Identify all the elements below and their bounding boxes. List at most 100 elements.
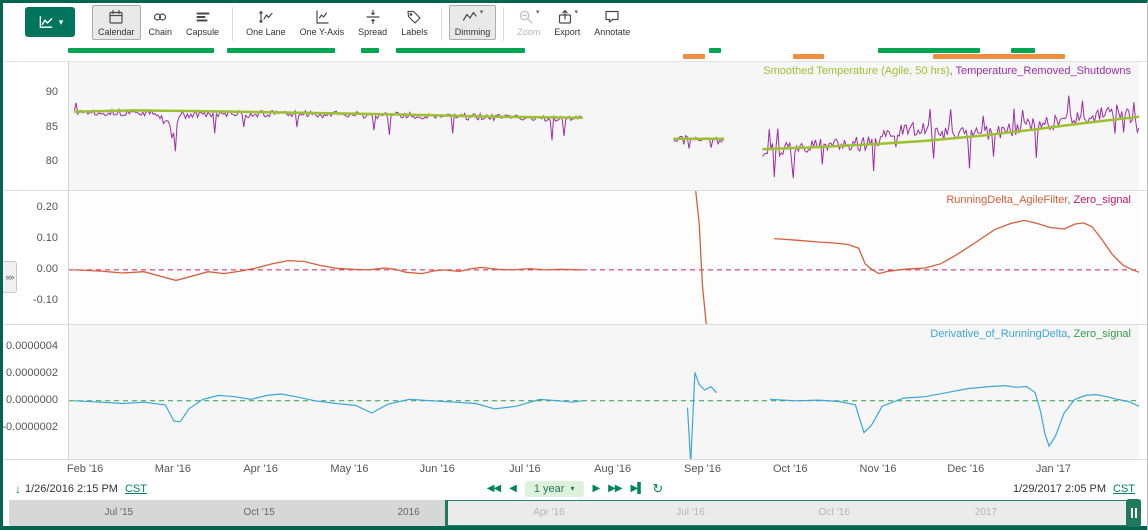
derivative-lane: 0.00000040.00000020.0000000-0.0000002 De… (3, 325, 1147, 460)
worksheet-view-dropdown[interactable]: ▾ (25, 7, 75, 37)
time-scrollbar-track[interactable]: Jul '15Oct '152016Apr '16Jul '16Oct '162… (9, 500, 1141, 526)
x-axis-month-label: Jul '16 (509, 463, 540, 475)
jump-back-button[interactable]: ◀◀ (487, 483, 500, 494)
duration-label: 1 year (534, 483, 565, 495)
series-RunningDelta_AgileFilter[interactable] (695, 191, 707, 324)
capsule-bar[interactable] (396, 48, 524, 53)
capsule-bar[interactable] (68, 48, 214, 53)
display-range-start[interactable]: ↓ 1/26/2016 2:15 PM CST (15, 482, 147, 496)
x-axis-month-label: Feb '16 (67, 463, 103, 475)
chevron-down-icon: ▾ (480, 9, 484, 17)
series-Temperature_Removed_Shutdowns[interactable] (762, 96, 1139, 179)
toolbar-one-lane-button[interactable]: One Lane (240, 5, 292, 40)
running-delta-lane-plot[interactable]: RunningDelta_AgileFilter, Zero_signal (68, 191, 1139, 324)
toolbar-button-label: Labels (401, 27, 428, 37)
toolbar-zoom-button[interactable]: ▾ Zoom (511, 5, 546, 40)
toolbar-button-label: One Lane (246, 27, 286, 37)
capsule-bar[interactable] (1011, 48, 1036, 53)
capsule-icon (195, 9, 211, 28)
x-axis-month-label: Mar '16 (155, 463, 191, 475)
series-RunningDelta_AgileFilter[interactable] (74, 261, 582, 281)
y-axis-tick-label: 0.0000002 (6, 367, 58, 379)
toolbar-labels-button[interactable]: Labels (395, 5, 434, 40)
x-axis[interactable]: Feb '16Mar '16Apr '16May '16Jun '16Jul '… (3, 460, 1147, 478)
toolbar-export-button[interactable]: ▾ Export (548, 5, 586, 40)
capsule-timebar (3, 45, 1147, 61)
toolbar-calendar-button[interactable]: Calendar (92, 5, 141, 40)
x-axis-month-label: Dec '16 (947, 463, 984, 475)
series-Derivative_of_RunningDelta[interactable] (74, 394, 582, 422)
series-Derivative_of_RunningDelta[interactable] (770, 386, 1139, 447)
step-forward-button[interactable]: ▶ (592, 483, 599, 494)
series-RunningDelta_AgileFilter[interactable] (774, 220, 1139, 273)
capsule-bar[interactable] (683, 54, 704, 59)
step-back-button[interactable]: ◀ (509, 483, 516, 494)
y-axis-tick-label: 0.0000000 (6, 394, 58, 406)
x-axis-month-label: Sep '16 (684, 463, 721, 475)
collapse-panel-handle[interactable]: «» (3, 261, 17, 293)
toolbar-button-label: Zoom (517, 27, 540, 37)
capsule-bar[interactable] (878, 48, 980, 53)
time-range-footer: ↓ 1/26/2016 2:15 PM CST ◀◀◀ 1 year ▾ ▶▶▶… (3, 478, 1147, 499)
export-icon (557, 9, 573, 28)
go-to-end-button[interactable]: ▶▌ (631, 483, 644, 494)
range-end-date[interactable]: 1/29/2017 2:05 PM (1013, 483, 1106, 495)
y-axis-tick-label: 0.20 (37, 201, 58, 213)
chevron-down-icon: ▾ (536, 9, 540, 17)
toolbar-capsule-button[interactable]: Capsule (180, 5, 225, 40)
chain-icon (152, 9, 168, 28)
y-axis-derivative[interactable]: 0.00000040.00000020.0000000-0.0000002 (3, 325, 68, 459)
series-Derivative_of_RunningDelta[interactable] (688, 372, 717, 459)
x-axis-month-label: Apr '16 (243, 463, 278, 475)
x-axis-month-label: May '16 (330, 463, 368, 475)
x-axis-month-label: Jan '17 (1036, 463, 1071, 475)
annotate-bubble-icon (604, 9, 620, 28)
toolbar-button-label: Capsule (186, 27, 219, 37)
toolbar-annotate-button[interactable]: Annotate (588, 5, 636, 40)
auto-update-button[interactable]: ↻ (652, 481, 663, 497)
scrollbar-date-label: Jul '15 (105, 507, 134, 518)
range-start-date[interactable]: 1/26/2016 2:15 PM (25, 483, 118, 495)
time-scrollbar-selection[interactable] (445, 500, 1134, 526)
toolbar-one-y-axis-button[interactable]: One Y-Axis (294, 5, 351, 40)
temperature-lane-plot[interactable]: Smoothed Temperature (Agile, 50 hrs), Te… (68, 62, 1139, 190)
range-end-timezone[interactable]: CST (1113, 483, 1135, 495)
y-axis-tick-label: -0.10 (33, 294, 58, 306)
legend-item[interactable]: Zero_signal (1074, 328, 1131, 340)
y-axis-running-delta[interactable]: 0.20 0.10 0.00 -0.10 (3, 191, 68, 324)
legend-item[interactable]: Zero_signal (1074, 194, 1131, 206)
duration-selector[interactable]: 1 year ▾ (525, 481, 584, 497)
toolbar-separator (441, 7, 442, 41)
range-start-timezone[interactable]: CST (125, 483, 147, 495)
x-axis-month-label: Aug '16 (594, 463, 631, 475)
y-axis-temperature[interactable]: 908580 (3, 62, 68, 190)
scrollbar-resize-handle[interactable] (1126, 499, 1141, 527)
capsule-bar[interactable] (361, 48, 379, 53)
jump-forward-button[interactable]: ▶▶ (608, 483, 621, 494)
running-delta-lane: 0.20 0.10 0.00 -0.10 RunningDelta_AgileFilt… (3, 191, 1147, 325)
dimming-icon (462, 9, 478, 28)
tag-icon (406, 9, 422, 28)
legend-item[interactable]: Derivative_of_RunningDelta (930, 328, 1067, 340)
series-Smoothed Temperature (Agile, 50 hrs)[interactable] (74, 110, 582, 117)
capsule-bar[interactable] (933, 54, 1066, 59)
capsule-bar[interactable] (709, 48, 721, 53)
y-axis-tick-label: 0.10 (37, 232, 58, 244)
capsule-bar[interactable] (227, 48, 335, 53)
chevron-down-icon: ▾ (570, 484, 574, 493)
derivative-lane-plot[interactable]: Derivative_of_RunningDelta, Zero_signal (68, 325, 1139, 459)
toolbar-chain-button[interactable]: Chain (143, 5, 179, 40)
series-Smoothed Temperature (Agile, 50 hrs)[interactable] (762, 117, 1139, 150)
y-axis-tick-label: 0.00 (37, 263, 58, 275)
toolbar-spread-button[interactable]: Spread (352, 5, 393, 40)
temperature-lane: 908580 Smoothed Temperature (Agile, 50 h… (3, 61, 1147, 191)
legend-item[interactable]: Smoothed Temperature (Agile, 50 hrs) (763, 65, 949, 77)
trend-chart: 908580 Smoothed Temperature (Agile, 50 h… (3, 61, 1147, 478)
toolbar-button-label: Calendar (98, 27, 135, 37)
toolbar-dimming-button[interactable]: ▾ Dimming (449, 5, 497, 40)
legend-item[interactable]: Temperature_Removed_Shutdowns (956, 65, 1132, 77)
y-axis-tick-label: 80 (46, 155, 58, 167)
legend-item[interactable]: RunningDelta_AgileFilter (946, 194, 1067, 206)
display-range-end[interactable]: 1/29/2017 2:05 PM CST (1013, 483, 1135, 495)
capsule-bar[interactable] (793, 54, 824, 59)
